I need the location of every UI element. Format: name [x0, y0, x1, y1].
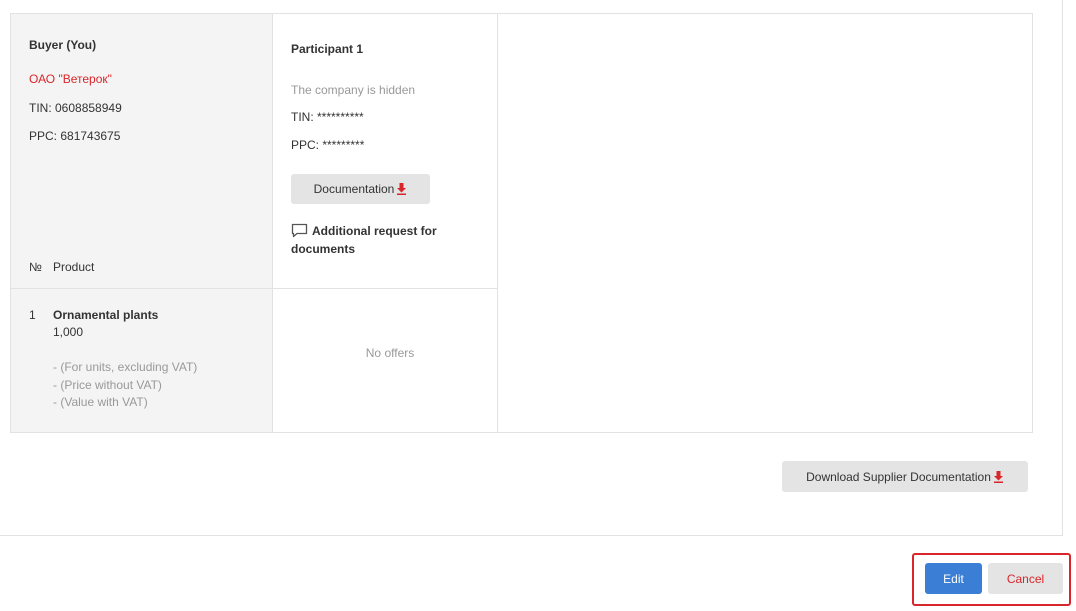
documentation-button[interactable]: Documentation: [291, 174, 430, 204]
download-supplier-documentation-label: Download Supplier Documentation: [806, 469, 991, 484]
additional-request-link[interactable]: Additional request for documents: [291, 222, 481, 258]
download-supplier-documentation-button[interactable]: Download Supplier Documentation: [782, 461, 1028, 492]
buyer-company-name: ОАО "Ветерок": [29, 72, 112, 86]
participant-column: Participant 1 The company is hidden TIN:…: [273, 14, 498, 432]
product-name: Ornamental plants: [53, 308, 159, 322]
buyer-tin: TIN: 0608858949: [29, 101, 122, 115]
company-hidden-text: The company is hidden: [291, 83, 416, 97]
row-number: 1: [29, 308, 36, 322]
cancel-button[interactable]: Cancel: [988, 563, 1063, 594]
product-quantity: 1,000: [53, 325, 84, 339]
no-offers-text: No offers: [365, 346, 415, 360]
buyer-column: Buyer (You) ОАО "Ветерок" TIN: 060885894…: [11, 14, 273, 432]
column-header-product: Product: [53, 260, 95, 274]
buyer-title: Buyer (You): [29, 38, 97, 52]
chat-icon: [291, 223, 308, 238]
price-line-without-vat: - (Price without VAT): [53, 378, 162, 392]
buyer-header-cell: Buyer (You) ОАО "Ветерок" TIN: 060885894…: [11, 14, 272, 289]
offers-table: Buyer (You) ОАО "Ветерок" TIN: 060885894…: [10, 13, 1033, 433]
additional-request-label: Additional request for documents: [291, 224, 437, 256]
participant-title: Participant 1: [291, 42, 364, 56]
download-arrow-icon: [993, 470, 1004, 483]
download-arrow-icon: [396, 183, 407, 195]
participant-header-cell: Participant 1 The company is hidden TIN:…: [273, 14, 497, 289]
documentation-button-label: Documentation: [313, 182, 395, 196]
column-header-number: №: [29, 260, 42, 274]
participant-ppc: PPC: *********: [291, 138, 365, 152]
price-line-units: - (For units, excluding VAT): [53, 360, 198, 374]
price-line-with-vat: - (Value with VAT): [53, 395, 148, 409]
edit-button[interactable]: Edit: [925, 563, 982, 594]
participant-tin: TIN: **********: [291, 110, 364, 124]
buyer-ppc: PPC: 681743675: [29, 129, 121, 143]
